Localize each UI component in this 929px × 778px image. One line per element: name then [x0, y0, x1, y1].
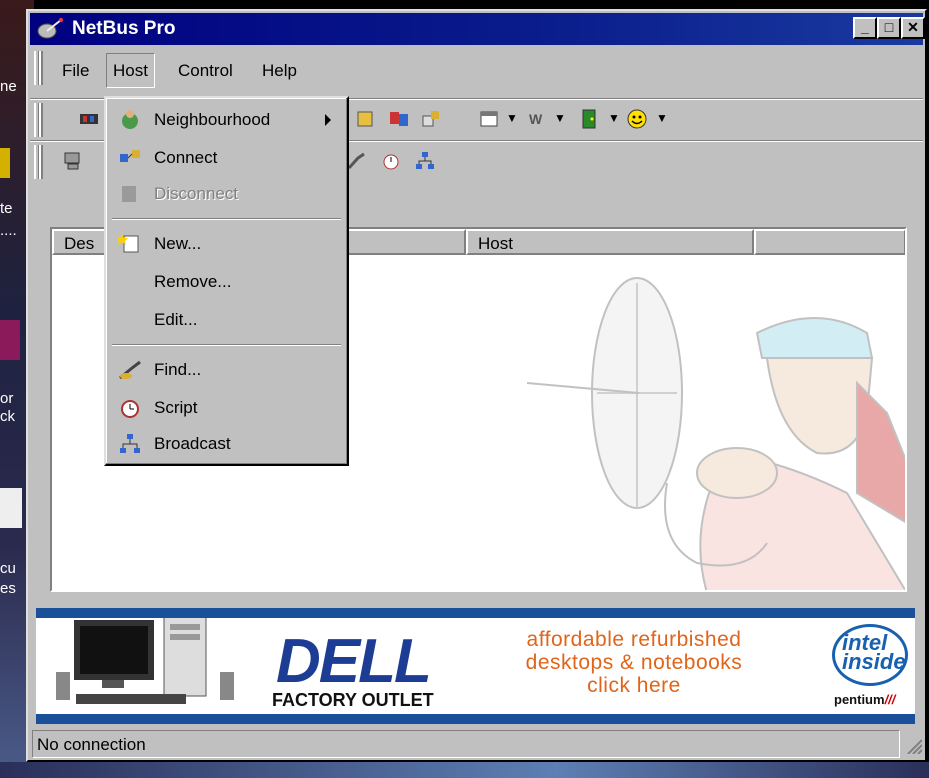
menu-item-neighbourhood[interactable]: Neighbourhood [108, 102, 345, 136]
resize-grip-icon[interactable] [904, 736, 922, 754]
factory-outlet-label: FACTORY OUTLET [272, 690, 434, 710]
menu-file[interactable]: File [62, 61, 89, 81]
pentium-word: pentium [834, 692, 885, 707]
pentium-label: pentium/// [834, 692, 895, 707]
menu-item-broadcast[interactable]: Broadcast [108, 426, 345, 460]
dropdown-caret-icon[interactable]: ▼ [656, 111, 668, 125]
dell-banner-ad[interactable]: DELL FACTORY OUTLET affordable refurbish… [36, 608, 915, 724]
menu-host[interactable]: Host [106, 53, 155, 88]
globe-person-icon [122, 110, 138, 129]
dell-logo: DELL [276, 627, 432, 696]
computer-illustration [56, 618, 234, 704]
netbus-mascot-illustration [527, 277, 905, 590]
menu-help[interactable]: Help [262, 61, 297, 81]
submenu-arrow-icon [325, 114, 331, 126]
satellite-dish-icon [37, 18, 63, 39]
menu-item-find[interactable]: Find... [108, 352, 345, 386]
paint-icon[interactable] [354, 108, 376, 130]
column-header-extra[interactable] [754, 229, 905, 255]
connect-icon [120, 150, 140, 162]
dropdown-caret-icon[interactable]: ▼ [554, 111, 566, 125]
host-dropdown-menu: Neighbourhood Connect Disconnect New... … [104, 96, 349, 466]
file-manager-icon[interactable] [420, 108, 442, 130]
taskbar-edge [0, 762, 929, 778]
offer-line: click here [587, 674, 681, 697]
menu-bar: File Host Control Help [30, 47, 923, 89]
column-header-host[interactable]: Host [466, 229, 754, 255]
menu-separator [112, 218, 341, 220]
title-bar[interactable]: NetBus Pro _ □ ✕ [30, 13, 925, 45]
menu-item-label: New... [154, 234, 202, 253]
menu-item-script[interactable]: Script [108, 390, 345, 424]
menubar-grip[interactable] [39, 51, 43, 85]
close-button[interactable]: ✕ [901, 17, 925, 39]
find-icon [119, 360, 141, 380]
offer-line: affordable refurbished [526, 628, 742, 651]
menu-separator [112, 344, 341, 346]
toolbar-grip[interactable] [39, 145, 43, 179]
dropdown-caret-icon[interactable]: ▼ [608, 111, 620, 125]
smiley-icon[interactable] [626, 108, 648, 130]
maximize-button[interactable]: □ [877, 17, 901, 39]
computer-icon[interactable] [62, 150, 84, 172]
window-icon[interactable] [478, 108, 500, 130]
network-icon[interactable] [414, 150, 436, 172]
menu-item-label: Edit... [154, 310, 198, 329]
menu-item-label: Neighbourhood [154, 110, 271, 129]
desktop-icon[interactable] [0, 488, 22, 528]
new-star-icon [118, 234, 139, 253]
transfer-icon[interactable] [388, 108, 410, 130]
pentium-suffix: /// [884, 692, 896, 707]
network-icon [120, 434, 140, 453]
find-icon[interactable] [346, 150, 368, 172]
menu-item-edit[interactable]: Edit... [108, 302, 345, 336]
menu-control[interactable]: Control [178, 61, 233, 81]
clock-icon[interactable] [380, 150, 402, 172]
intel-inside-text: intel inside [842, 632, 906, 674]
desktop-icon[interactable] [0, 320, 20, 360]
desktop-icon[interactable] [0, 148, 10, 178]
status-text: No connection [32, 730, 900, 758]
status-bar: No connection [32, 730, 922, 758]
menu-item-remove[interactable]: Remove... [108, 264, 345, 298]
door-icon[interactable] [578, 108, 600, 130]
clock-icon [121, 400, 139, 418]
keyboard-icon[interactable]: W [526, 108, 548, 130]
minimize-button[interactable]: _ [853, 17, 877, 39]
menu-item-connect[interactable]: Connect [108, 140, 345, 174]
dropdown-caret-icon[interactable]: ▼ [506, 111, 518, 125]
menu-item-label: Find... [154, 360, 202, 379]
toolbar-grip[interactable] [39, 103, 43, 137]
menu-item-label: Broadcast [154, 434, 231, 453]
window-title: NetBus Pro [72, 18, 176, 39]
banner-offer-text[interactable]: affordable refurbished desktops & notebo… [484, 628, 784, 697]
disconnect-icon [122, 186, 136, 202]
menu-item-label: Script [154, 398, 198, 417]
menu-item-label: Connect [154, 148, 218, 167]
offer-line: desktops & notebooks [525, 651, 743, 674]
menu-item-disconnect: Disconnect [108, 176, 345, 210]
menu-item-label: Remove... [154, 272, 232, 291]
menu-item-label: Disconnect [154, 184, 239, 203]
film-icon[interactable] [78, 108, 100, 130]
menu-item-new[interactable]: New... [108, 226, 345, 260]
inside-word: inside [842, 649, 906, 674]
svg-text:W: W [529, 111, 543, 127]
